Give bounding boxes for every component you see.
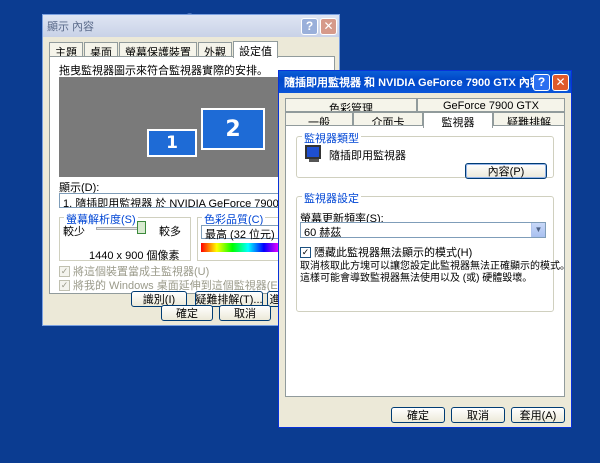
refresh-rate-select[interactable]: 60 赫茲 ▼	[300, 222, 546, 239]
refresh-rate-value: 60 赫茲	[304, 227, 342, 239]
instruction-text: 拖曳監視器圖示來符合監視器實際的安排。	[59, 65, 268, 77]
more-label: 較多	[159, 226, 181, 238]
monitor-properties-window: 隨插即用監視器 和 NVIDIA GeForce 7900 GTX 內容 ? ✕…	[278, 70, 572, 428]
ok-button[interactable]: 確定	[391, 407, 445, 423]
tab-geforce[interactable]: GeForce 7900 GTX	[417, 98, 565, 112]
resolution-value: 1440 x 900 個像素	[89, 250, 180, 262]
display-tabs: 主題 桌面 螢幕保護裝置 外觀 設定值	[49, 41, 333, 59]
less-label: 較少	[63, 226, 85, 238]
cancel-button[interactable]: 取消	[451, 407, 505, 423]
chevron-down-icon[interactable]: ▼	[531, 223, 545, 237]
close-icon[interactable]: ✕	[320, 17, 337, 35]
display-properties-titlebar[interactable]: 顯示 內容 ? ✕	[43, 15, 339, 37]
cancel-button[interactable]: 取消	[219, 305, 271, 321]
monitor-1-tile[interactable]: 1	[147, 129, 197, 157]
properties-button[interactable]: 內容(P)	[465, 163, 547, 179]
resolution-slider-thumb[interactable]	[137, 221, 146, 234]
checkbox-icon: ✓	[59, 279, 70, 291]
help-icon[interactable]: ?	[533, 73, 550, 91]
tab-settings[interactable]: 設定值	[233, 41, 278, 58]
tab-adapter[interactable]: 介面卡	[353, 112, 423, 126]
resolution-slider-track[interactable]	[96, 227, 142, 230]
ok-button[interactable]: 確定	[161, 305, 213, 321]
monitor-stand-icon	[309, 159, 319, 162]
tab-screensaver[interactable]: 螢幕保護裝置	[119, 42, 197, 59]
hide-modes-desc-2: 這樣可能會導致監視器無法使用以及 (或) 硬體毀壞。	[300, 273, 533, 284]
monitor-icon	[305, 145, 321, 159]
tab-appearance[interactable]: 外觀	[198, 42, 232, 59]
tab-row-top: 色彩管理 GeForce 7900 GTX	[285, 98, 565, 112]
apply-button[interactable]: 套用(A)	[511, 407, 565, 423]
close-icon[interactable]: ✕	[552, 73, 569, 91]
monitor-panel: 監視器類型 隨插即用監視器 內容(P) 監視器設定 螢幕更新頻率(S): 60 …	[285, 125, 570, 397]
monitor-2-tile[interactable]: 2	[201, 108, 265, 150]
checkbox-checked-icon: ✓	[300, 246, 311, 258]
help-icon[interactable]: ?	[301, 17, 318, 35]
monitor-type-label: 監視器類型	[302, 130, 361, 146]
monitor-settings-label: 監視器設定	[302, 190, 361, 206]
tab-monitor[interactable]: 監視器	[423, 112, 493, 128]
tab-troubleshoot[interactable]: 疑難排解	[493, 112, 565, 126]
window-title: 顯示 內容	[47, 21, 95, 33]
tab-themes[interactable]: 主題	[49, 42, 83, 59]
window-title: 隨插即用監視器 和 NVIDIA GeForce 7900 GTX 內容	[284, 77, 533, 89]
checkbox-icon: ✓	[59, 265, 70, 277]
monitor-properties-titlebar[interactable]: 隨插即用監視器 和 NVIDIA GeForce 7900 GTX 內容 ? ✕	[279, 71, 571, 93]
tab-desktop[interactable]: 桌面	[84, 42, 118, 59]
tab-general[interactable]: 一般	[285, 112, 353, 126]
monitor-type-group: 監視器類型 隨插即用監視器 內容(P)	[296, 130, 554, 179]
tab-color-management[interactable]: 色彩管理	[285, 98, 417, 112]
monitor-name: 隨插即用監視器	[329, 150, 406, 162]
